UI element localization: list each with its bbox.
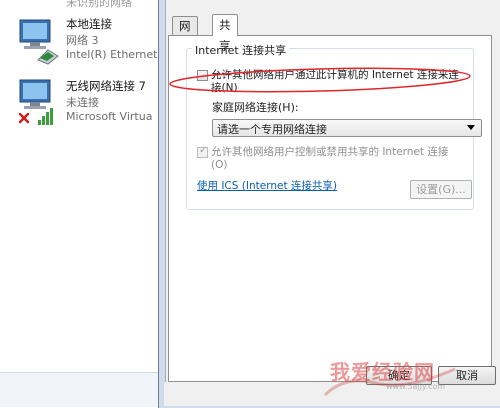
network-item-wireless[interactable]: 无线网络连接 7 未连接 Microsoft Virtua xyxy=(14,78,160,138)
checkmark-icon: ✓ xyxy=(199,145,208,156)
settings-button[interactable]: 设置(G)... xyxy=(410,180,472,199)
home-network-select-value: 请选一个专用网络连接 xyxy=(217,123,327,136)
details-pane-strip xyxy=(0,372,160,407)
chevron-down-icon xyxy=(467,125,475,130)
allow-share-label: 允许其他网络用户通过此计算机的 Internet 连接来连接(N) xyxy=(211,69,459,94)
disconnected-x-icon xyxy=(18,112,30,124)
wired-network-icon xyxy=(19,19,59,65)
allow-control-label: 允许其他网络用户控制或禁用共享的 Internet 连接(O) xyxy=(211,146,449,171)
network-name: 无线网络连接 7 xyxy=(66,79,146,93)
tab-network[interactable]: 网络 xyxy=(172,16,198,51)
tab-sharing[interactable]: 共享 xyxy=(212,14,238,53)
home-network-select[interactable]: 请选一个专用网络连接 xyxy=(212,119,482,137)
network-status: 网络 3 xyxy=(66,34,99,47)
network-status: 未连接 xyxy=(66,96,99,109)
network-item-local[interactable]: 本地连接 网络 3 Intel(R) Ethernet xyxy=(14,16,160,76)
cancel-button[interactable]: 取消 xyxy=(438,366,496,385)
dialog-button-bar xyxy=(164,382,500,406)
network-name: 本地连接 xyxy=(66,17,112,31)
home-network-label: 家庭网络连接(H): xyxy=(212,101,299,114)
allow-share-checkbox[interactable] xyxy=(197,70,208,81)
network-device: Intel(R) Ethernet xyxy=(66,48,158,61)
network-device: Microsoft Virtua xyxy=(66,110,153,123)
partial-status-text: 未识别的网络 xyxy=(66,0,132,9)
ok-button[interactable]: 确定 xyxy=(366,366,432,385)
network-connections-list: 未识别的网络 本地连接 网络 3 Intel(R) Ethernet 无线网络连… xyxy=(0,0,160,407)
allow-control-checkbox[interactable]: ✓ xyxy=(197,145,208,158)
ics-group-title: Internet 连接共享 xyxy=(192,42,290,58)
ics-help-link[interactable]: 使用 ICS (Internet 连接共享) xyxy=(197,178,337,193)
